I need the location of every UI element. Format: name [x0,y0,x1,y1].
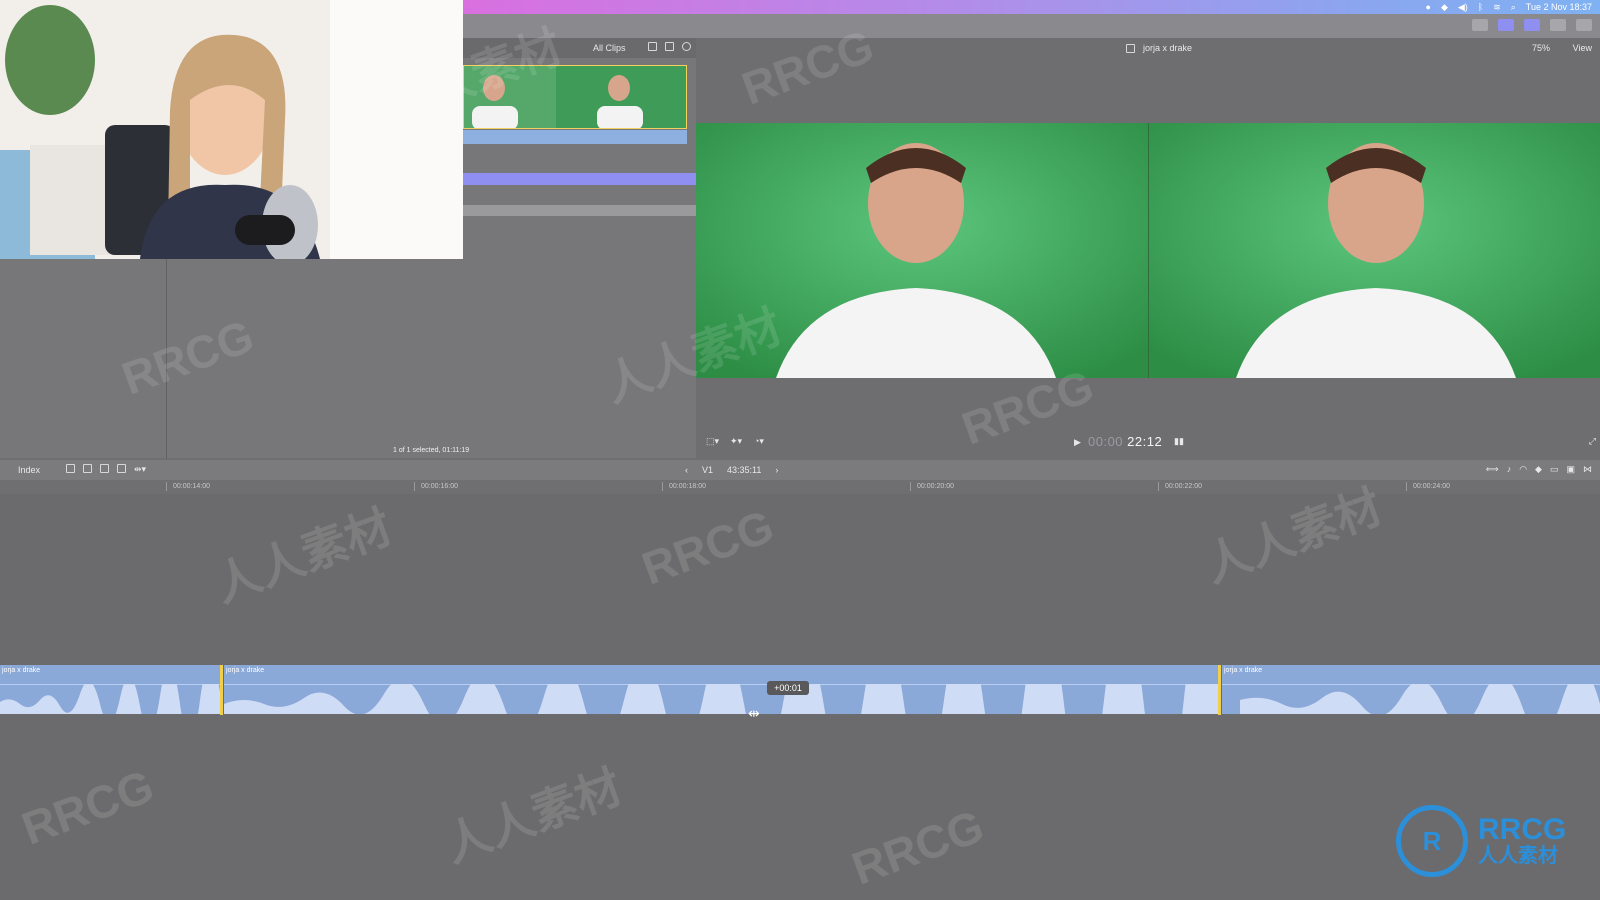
clip-range-bar[interactable] [463,205,696,216]
inspector-icon[interactable] [1550,19,1566,31]
timecode-display[interactable]: 00:00 22:12 [1088,434,1162,449]
audio-waveform [224,684,1220,714]
clip-icon [1126,43,1135,53]
clip-appearance-icon[interactable]: ▭ [1550,464,1559,475]
clip-filter-menu[interactable]: All Clips [593,43,626,53]
status-area: ● ◆ ◀) ᛒ ≋ ⌕ Tue 2 Nov 18:37 [1426,1,1593,13]
transitions-icon[interactable]: ⋈ [1583,464,1592,475]
logo-subtitle: 人人素材 [1478,845,1558,867]
index-button[interactable]: Index [18,465,40,475]
wifi-icon[interactable]: ≋ [1493,1,1501,13]
edit-point-handle[interactable] [1218,665,1221,715]
search-icon[interactable] [682,42,691,51]
browser-header: All Clips [463,38,696,58]
audio-waveform [1240,684,1600,714]
timeline-clip[interactable]: jorja x drake [0,665,222,714]
timeline-clip[interactable]: jorja x drake [1222,665,1600,714]
speed-icon[interactable]: ◔▾ [754,436,764,447]
trim-cursor-icon: ⇹ [748,705,760,721]
audio-meter-icon[interactable]: ▮▮ [1174,436,1184,447]
show-browser-icon[interactable] [1498,19,1514,31]
audio-waveform [0,684,222,714]
clip-appearance-icon[interactable] [648,42,657,51]
selection-status: 1 of 1 selected, 01:11:19 [393,447,470,454]
headphones-icon[interactable]: ◠ [1519,464,1527,475]
transform-icon[interactable]: ⬚▾ [706,436,719,447]
search-icon[interactable]: ⌕ [1511,1,1516,13]
angle-divider [1148,123,1149,378]
trim-offset-badge: +00:01 [767,681,809,695]
enhance-icon[interactable]: ✦▾ [730,436,742,447]
share-icon[interactable] [1576,19,1592,31]
logo-mark: R [1396,805,1468,877]
ruler-tick: 00:00:20:00 [910,482,954,491]
webcam-overlay [0,0,463,259]
filmstrip-icon[interactable] [665,42,674,51]
skimming-icon[interactable]: ⟺ [1486,464,1499,475]
filmstrip-frames [464,66,686,128]
keyword-icon[interactable] [1472,19,1488,31]
viewer-clip-title: jorja x drake [1143,43,1193,53]
view-menu[interactable]: View [1573,43,1592,53]
clip-label: jorja x drake [1224,667,1263,674]
app-toolbar [463,14,1600,38]
connect-clip-icon[interactable] [66,464,75,473]
record-icon[interactable]: ● [1426,1,1431,13]
viewer-panel: jorja x drake 75% View ⬚▾ ✦▾ ◔▾ ▶ 00:00 … [696,38,1600,458]
selected-range-bar[interactable] [463,173,696,185]
timeline-header: Index ⇹▾ ‹ V1 43:35:11 › ⟺ ♪ ◠ ◆ ▭ ▣ ⋈ [0,460,1600,480]
shield-icon[interactable]: ◆ [1441,1,1448,13]
fullscreen-icon[interactable]: ⤢ [1589,436,1596,447]
trim-tool-icon[interactable]: ⇹▾ [134,464,146,475]
clip-label: jorja x drake [2,667,41,674]
overwrite-clip-icon[interactable] [117,464,126,473]
back-nav-icon[interactable]: ‹ [685,465,688,475]
snapping-icon[interactable]: ◆ [1535,464,1542,475]
menu-bar: ● ◆ ◀) ᛒ ≋ ⌕ Tue 2 Nov 18:37 [463,0,1600,14]
viewer-controls: ⬚▾ ✦▾ ◔▾ ▶ 00:00 22:12 ▮▮ ⤢ [696,434,1600,452]
presenter-video [0,0,463,259]
sidebar-divider[interactable] [166,259,167,459]
track-selector[interactable]: V1 [702,465,713,475]
menu-clock[interactable]: Tue 2 Nov 18:37 [1526,1,1592,13]
viewer-header: jorja x drake 75% View [696,38,1600,58]
zoom-menu[interactable]: 75% [1532,43,1550,53]
timeline-ruler[interactable]: 00:00:14:00 00:00:16:00 00:00:18:00 00:0… [0,480,1600,494]
timeline-duration: 43:35:11 [727,465,762,475]
ruler-tick: 00:00:14:00 [166,482,210,491]
rrcg-logo: R RRCG 人人素材 [1396,805,1566,877]
clip-label: jorja x drake [226,667,265,674]
ruler-tick: 00:00:24:00 [1406,482,1450,491]
append-clip-icon[interactable] [100,464,109,473]
clip-filmstrip[interactable] [463,65,687,129]
clip-audio-waveform [463,130,687,144]
edit-point-handle[interactable] [220,665,223,715]
show-timeline-icon[interactable] [1524,19,1540,31]
ruler-tick: 00:00:18:00 [662,482,706,491]
bluetooth-icon[interactable]: ᛒ [1478,1,1483,13]
volume-icon[interactable]: ◀) [1458,1,1468,13]
forward-nav-icon[interactable]: › [775,465,778,475]
insert-clip-icon[interactable] [83,464,92,473]
timeline-clip[interactable]: jorja x drake [224,665,1220,714]
audio-skimming-icon[interactable]: ♪ [1507,464,1512,475]
ruler-tick: 00:00:16:00 [414,482,458,491]
ruler-tick: 00:00:22:00 [1158,482,1202,491]
effects-browser-icon[interactable]: ▣ [1566,464,1575,475]
video-frame[interactable] [696,123,1600,378]
logo-wordmark: RRCG [1478,813,1567,846]
play-icon[interactable]: ▶ [1074,437,1081,448]
